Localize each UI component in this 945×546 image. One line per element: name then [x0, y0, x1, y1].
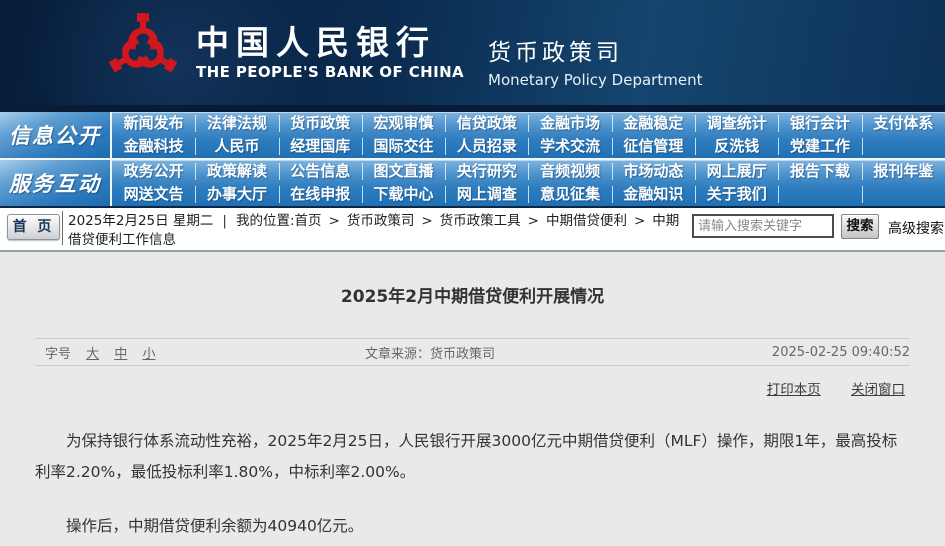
article-paragraph: 操作后，中期借贷便利余额为40940亿元。	[66, 517, 364, 535]
nav-item-empty	[861, 183, 945, 206]
font-size-small-link[interactable]: 小	[142, 347, 155, 362]
nav-item[interactable]: 金融市场	[528, 112, 611, 135]
nav-group-service-interaction: 服务互动 政务公开 政策解读 公告信息 图文直播 央行研究 音频视频 市场动态 …	[0, 160, 945, 206]
bank-title-block: 中国人民银行 THE PEOPLE'S BANK OF CHINA	[196, 22, 465, 81]
nav-item[interactable]: 调查统计	[695, 112, 778, 135]
nav-item[interactable]: 货币政策	[278, 112, 362, 135]
nav-item[interactable]: 学术交流	[528, 135, 611, 158]
nav-item[interactable]: 在线申报	[278, 183, 362, 206]
breadcrumb-item[interactable]: 中期借贷便利	[546, 213, 627, 229]
header-divider-strip	[0, 105, 945, 112]
source-label: 文章来源：	[365, 346, 431, 362]
department-name-en: Monetary Policy Department	[488, 70, 703, 89]
breadcrumb-separator: >	[527, 213, 539, 229]
nav-item[interactable]: 支付体系	[861, 112, 945, 135]
nav-item[interactable]: 央行研究	[445, 160, 528, 183]
publish-datetime: 2025-02-25 09:40:52	[771, 344, 910, 360]
font-size-large-link[interactable]: 大	[86, 347, 99, 362]
nav-item[interactable]: 国际交往	[361, 135, 445, 158]
nav-item[interactable]: 经理国库	[278, 135, 362, 158]
breadcrumb-separator: >	[328, 213, 340, 229]
nav-item[interactable]: 图文直播	[361, 160, 445, 183]
article-actions: 打印本页 关闭窗口	[0, 378, 905, 398]
nav-item[interactable]: 市场动态	[611, 160, 695, 183]
nav-item[interactable]: 金融稳定	[611, 112, 695, 135]
breadcrumb-bar-separator: |	[222, 213, 227, 229]
close-window-link[interactable]: 关闭窗口	[851, 382, 905, 398]
nav-item[interactable]: 人民币	[195, 135, 278, 158]
font-size-label: 字号	[45, 346, 72, 362]
nav-item[interactable]: 宏观审慎	[361, 112, 445, 135]
nav-item[interactable]: 意见征集	[528, 183, 611, 206]
print-page-link[interactable]: 打印本页	[767, 382, 821, 398]
home-button[interactable]: 首 页	[7, 214, 60, 240]
nav-item[interactable]: 下载中心	[361, 183, 445, 206]
nav-group-information-disclosure: 信息公开 新闻发布 法律法规 货币政策 宏观审慎 信贷政策 金融市场 金融稳定 …	[0, 112, 945, 158]
nav-item[interactable]: 金融知识	[611, 183, 695, 206]
nav-item[interactable]: 音频视频	[528, 160, 611, 183]
nav-item[interactable]: 金融科技	[112, 135, 195, 158]
nav-item-empty	[861, 135, 945, 158]
nav-item[interactable]: 报刊年鉴	[861, 160, 945, 183]
breadcrumb: 2025年2月25日 星期二 | 我的位置:首页 > 货币政策司 > 货币政策工具 > 中期借贷…	[68, 212, 686, 250]
nav-item[interactable]: 网送文告	[112, 183, 195, 206]
nav-item[interactable]: 报告下载	[778, 160, 861, 183]
nav-item[interactable]: 网上展厅	[695, 160, 778, 183]
department-name-cn: 货币政策司	[488, 39, 624, 66]
article-paragraph: 为保持银行体系流动性充裕，2025年2月25日，人民银行开展3000亿元中期借贷…	[35, 432, 898, 481]
meta-divider-bottom	[35, 365, 910, 366]
bank-name-cn: 中国人民银行	[196, 22, 436, 62]
search-input[interactable]	[692, 214, 834, 238]
nav-item[interactable]: 信贷政策	[445, 112, 528, 135]
nav-label-information-disclosure[interactable]: 信息公开	[0, 112, 112, 158]
nav-item-empty	[778, 183, 861, 206]
nav-item[interactable]: 新闻发布	[112, 112, 195, 135]
current-date: 2025年2月25日 星期二	[68, 213, 214, 229]
article-content-area: 2025年2月中期借贷便利开展情况 字号 大 中 小 文章来源：货币政策司 20…	[0, 252, 945, 546]
nav-item[interactable]: 办事大厅	[195, 183, 278, 206]
breadcrumb-item[interactable]: 货币政策司	[347, 213, 415, 229]
nav-item[interactable]: 公告信息	[278, 160, 362, 183]
article-meta-row: 字号 大 中 小 文章来源：货币政策司 2025-02-25 09:40:52	[35, 339, 910, 365]
article-title: 2025年2月中期借贷便利开展情况	[340, 287, 605, 307]
nav-item[interactable]: 银行会计	[778, 112, 861, 135]
search-button[interactable]: 搜索	[841, 214, 879, 239]
nav-item[interactable]: 反洗钱	[695, 135, 778, 158]
breadcrumb-separator: >	[421, 213, 433, 229]
breadcrumb-location-home[interactable]: 我的位置:首页	[236, 213, 322, 229]
nav-item[interactable]: 党建工作	[778, 135, 861, 158]
source-value: 货币政策司	[430, 346, 496, 362]
font-size-medium-link[interactable]: 中	[114, 347, 127, 362]
pboc-emblem-icon	[100, 6, 186, 100]
site-header: 中国人民银行 THE PEOPLE'S BANK OF CHINA 货币政策司 …	[0, 0, 945, 105]
nav-item[interactable]: 政务公开	[112, 160, 195, 183]
nav-item[interactable]: 关于我们	[695, 183, 778, 206]
breadcrumb-bar: 首 页 2025年2月25日 星期二 | 我的位置:首页 > 货币政策司 > 货币政策工具 >…	[0, 208, 945, 252]
nav-item[interactable]: 政策解读	[195, 160, 278, 183]
nav-item[interactable]: 网上调查	[445, 183, 528, 206]
main-navigation: 信息公开 新闻发布 法律法规 货币政策 宏观审慎 信贷政策 金融市场 金融稳定 …	[0, 112, 945, 208]
department-title-block: 货币政策司 Monetary Policy Department	[488, 33, 702, 89]
breadcrumb-separator: >	[633, 213, 646, 229]
advanced-search-link[interactable]: 高级搜索	[888, 218, 944, 238]
nav-item[interactable]: 法律法规	[195, 112, 278, 135]
article-body: 为保持银行体系流动性充裕，2025年2月25日，人民银行开展3000亿元中期借贷…	[35, 426, 910, 542]
home-button-divider	[62, 211, 63, 245]
nav-item[interactable]: 征信管理	[611, 135, 695, 158]
breadcrumb-item[interactable]: 货币政策工具	[440, 213, 521, 229]
nav-label-service-interaction[interactable]: 服务互动	[0, 160, 112, 206]
nav-item[interactable]: 人员招录	[445, 135, 528, 158]
bank-name-en: THE PEOPLE'S BANK OF CHINA	[196, 62, 465, 81]
